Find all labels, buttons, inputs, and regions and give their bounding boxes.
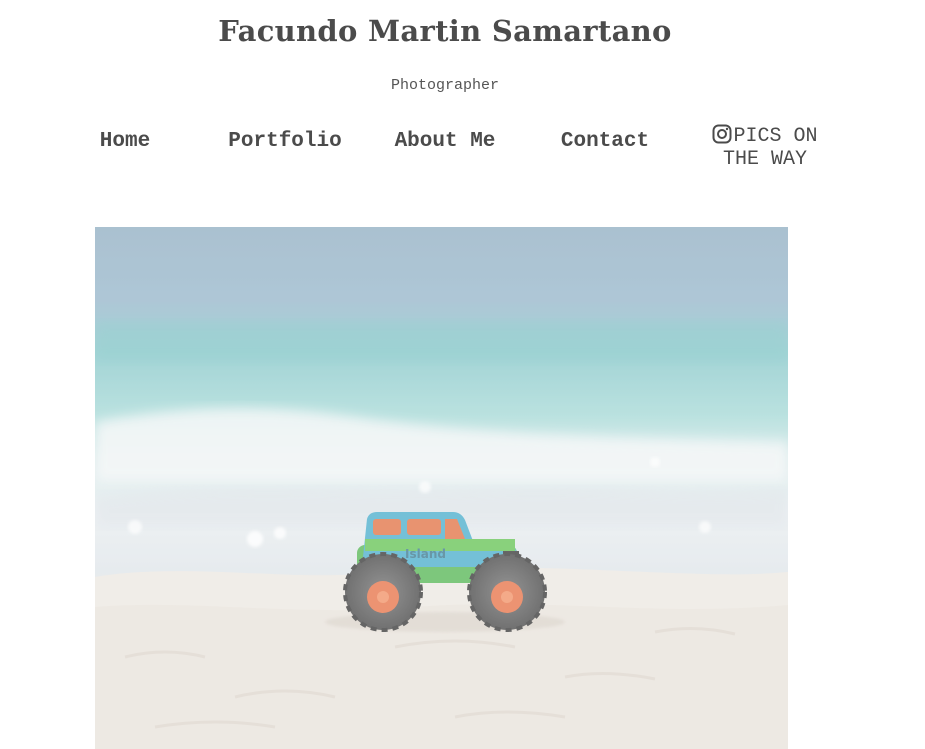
nav-home-link[interactable]: Home [45, 130, 205, 153]
site-title[interactable]: Facundo Martin Samartano [0, 14, 890, 48]
nav-about-me-link[interactable]: About Me [365, 130, 525, 153]
hero-photo: Island [95, 227, 788, 749]
instagram-icon [712, 124, 732, 150]
instagram-label-line2: THE WAY [722, 148, 807, 171]
beach-toy-truck-photo: Island [95, 227, 788, 749]
instagram-label-line1: PICS ON [733, 125, 818, 148]
main-nav: Home Portfolio About Me Contact PICS ON … [45, 120, 845, 172]
nav-portfolio-link[interactable]: Portfolio [205, 130, 365, 153]
nav-contact-link[interactable]: Contact [525, 130, 685, 153]
nav-instagram-link[interactable]: PICS ON THE WAY [685, 124, 845, 170]
site-subtitle: Photographer [390, 77, 500, 94]
